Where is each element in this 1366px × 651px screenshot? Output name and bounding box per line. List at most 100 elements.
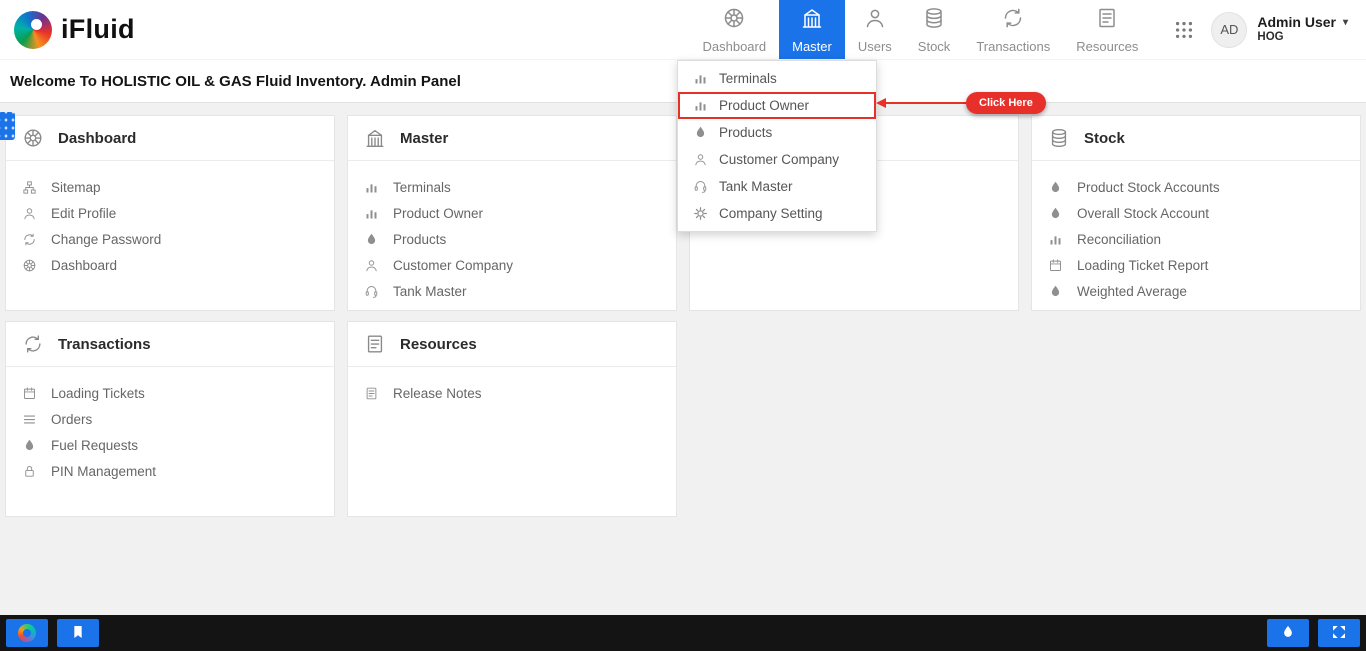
card-link-label: Company Setting bbox=[393, 310, 497, 311]
dashboard-wheel-icon bbox=[722, 6, 746, 35]
fullscreen-button[interactable] bbox=[1318, 619, 1360, 647]
nav-label: Dashboard bbox=[702, 38, 767, 54]
card-link-reconciliation[interactable]: Reconciliation bbox=[1048, 226, 1344, 252]
dashboard-wheel-icon bbox=[22, 258, 38, 273]
calendar-icon bbox=[1048, 258, 1064, 273]
sitemap-icon bbox=[22, 180, 38, 195]
card-link-pin-management[interactable]: PIN Management bbox=[22, 458, 318, 484]
sync-icon bbox=[1001, 6, 1025, 35]
card-body: Terminals Product Owner Products Custome… bbox=[348, 161, 676, 311]
droplet-icon bbox=[364, 232, 380, 247]
refresh-swirl-icon bbox=[18, 624, 36, 642]
sync-icon bbox=[22, 232, 38, 247]
card-link-product-owner[interactable]: Product Owner bbox=[364, 200, 660, 226]
card-link-product-stock-accounts[interactable]: Product Stock Accounts bbox=[1048, 174, 1344, 200]
dropdown-item-company-setting[interactable]: Company Setting bbox=[678, 200, 876, 227]
bar-chart-icon bbox=[364, 206, 380, 221]
user-org: HOG bbox=[1257, 31, 1284, 43]
file-icon bbox=[364, 333, 386, 355]
nav-label: Transactions bbox=[976, 38, 1051, 54]
card-header: Master bbox=[348, 116, 676, 161]
footer-left-buttons bbox=[6, 619, 99, 647]
card-link-fuel-requests[interactable]: Fuel Requests bbox=[22, 432, 318, 458]
card-link-label: Sitemap bbox=[51, 179, 101, 195]
flame-button[interactable] bbox=[1267, 619, 1309, 647]
nav-label: Users bbox=[857, 38, 892, 54]
dropdown-item-products[interactable]: Products bbox=[678, 119, 876, 146]
nav-item-users[interactable]: Users bbox=[845, 0, 905, 59]
dropdown-item-terminals[interactable]: Terminals bbox=[678, 65, 876, 92]
card-link-label: Orders bbox=[51, 411, 93, 427]
card-link-loading-ticket-report[interactable]: Loading Ticket Report bbox=[1048, 252, 1344, 278]
card-body: Loading Tickets Orders Fuel Requests PIN… bbox=[6, 367, 334, 484]
dropdown-item-product-owner[interactable]: Product Owner bbox=[678, 92, 876, 119]
card-link-label: Products bbox=[393, 231, 447, 247]
dropdown-item-customer-company[interactable]: Customer Company bbox=[678, 146, 876, 173]
nav-item-master[interactable]: Master bbox=[779, 0, 845, 59]
dropdown-item-label: Tank Master bbox=[719, 179, 793, 194]
dropdown-item-tank-master[interactable]: Tank Master bbox=[678, 173, 876, 200]
card-link-loading-tickets[interactable]: Loading Tickets bbox=[22, 380, 318, 406]
card-link-customer-company[interactable]: Customer Company bbox=[364, 252, 660, 278]
nav-item-stock[interactable]: Stock bbox=[905, 0, 964, 59]
card-link-release-notes[interactable]: Release Notes bbox=[364, 380, 660, 406]
card-link-label: Tank Master bbox=[393, 283, 467, 299]
card-title: Stock bbox=[1084, 129, 1125, 147]
card-link-orders[interactable]: Orders bbox=[22, 406, 318, 432]
card-link-weighted-average[interactable]: Weighted Average bbox=[1048, 278, 1344, 304]
card-transactions: Transactions Loading Tickets Orders Fuel… bbox=[5, 321, 335, 517]
grid-icon[interactable] bbox=[1173, 0, 1195, 59]
annotation-arrowhead-icon bbox=[876, 98, 886, 108]
card-stock: Stock Product Stock Accounts Overall Sto… bbox=[1031, 115, 1361, 311]
droplet-icon bbox=[1048, 206, 1064, 221]
card-link-label: Change Password bbox=[51, 231, 162, 247]
gear-icon bbox=[693, 206, 708, 221]
expand-icon bbox=[1331, 624, 1347, 643]
refresh-button[interactable] bbox=[6, 619, 48, 647]
sync-icon bbox=[22, 333, 44, 355]
master-dropdown-menu: Terminals Product Owner Products Custome… bbox=[677, 60, 877, 232]
user-name: Admin User bbox=[1257, 14, 1336, 31]
card-link-tank-master[interactable]: Tank Master bbox=[364, 278, 660, 304]
sidebar-drag-handle[interactable] bbox=[0, 112, 15, 140]
card-link-overall-stock-account[interactable]: Overall Stock Account bbox=[1048, 200, 1344, 226]
card-link-sitemap[interactable]: Sitemap bbox=[22, 174, 318, 200]
bookmark-button[interactable] bbox=[57, 619, 99, 647]
card-link-label: Release Notes bbox=[393, 385, 482, 401]
card-link-change-password[interactable]: Change Password bbox=[22, 226, 318, 252]
brand[interactable]: iFluid bbox=[14, 0, 135, 59]
card-link-label: Overall Stock Account bbox=[1077, 205, 1210, 221]
nav-item-resources[interactable]: Resources bbox=[1063, 0, 1151, 59]
user-icon bbox=[693, 152, 708, 167]
card-body: Sitemap Edit Profile Change Password Das… bbox=[6, 161, 334, 278]
welcome-text: Welcome To HOLISTIC OIL & GAS Fluid Inve… bbox=[10, 72, 461, 90]
card-link-dashboard[interactable]: Dashboard bbox=[22, 252, 318, 278]
nav-item-transactions[interactable]: Transactions bbox=[963, 0, 1063, 59]
nav-label: Resources bbox=[1076, 38, 1139, 54]
user-menu[interactable]: Admin User ▾ HOG bbox=[1257, 14, 1348, 45]
dropdown-item-label: Product Owner bbox=[719, 98, 810, 113]
building-icon bbox=[800, 6, 824, 35]
user-icon bbox=[863, 6, 887, 35]
card-title: Master bbox=[400, 129, 449, 147]
card-header: Stock bbox=[1032, 116, 1360, 161]
dropdown-item-label: Company Setting bbox=[719, 206, 823, 221]
dashboard-wheel-icon bbox=[22, 127, 44, 149]
card-link-company-setting[interactable]: Company Setting bbox=[364, 304, 660, 311]
user-icon bbox=[364, 258, 380, 273]
gear-icon bbox=[364, 310, 380, 311]
card-link-label: PIN Management bbox=[51, 463, 157, 479]
card-link-products[interactable]: Products bbox=[364, 226, 660, 252]
avatar[interactable]: AD bbox=[1211, 11, 1248, 48]
card-link-terminals[interactable]: Terminals bbox=[364, 174, 660, 200]
annotation-arrow-line bbox=[886, 102, 966, 104]
bookmark-icon bbox=[70, 624, 86, 643]
lock-icon bbox=[22, 464, 38, 479]
chevron-down-icon: ▾ bbox=[1342, 16, 1348, 28]
card-link-edit-profile[interactable]: Edit Profile bbox=[22, 200, 318, 226]
nav-item-dashboard[interactable]: Dashboard bbox=[690, 0, 780, 59]
dropdown-item-label: Products bbox=[719, 125, 773, 140]
card-link-label: Reconciliation bbox=[1077, 231, 1162, 247]
brand-name: iFluid bbox=[61, 14, 135, 44]
headset-icon bbox=[364, 284, 380, 299]
